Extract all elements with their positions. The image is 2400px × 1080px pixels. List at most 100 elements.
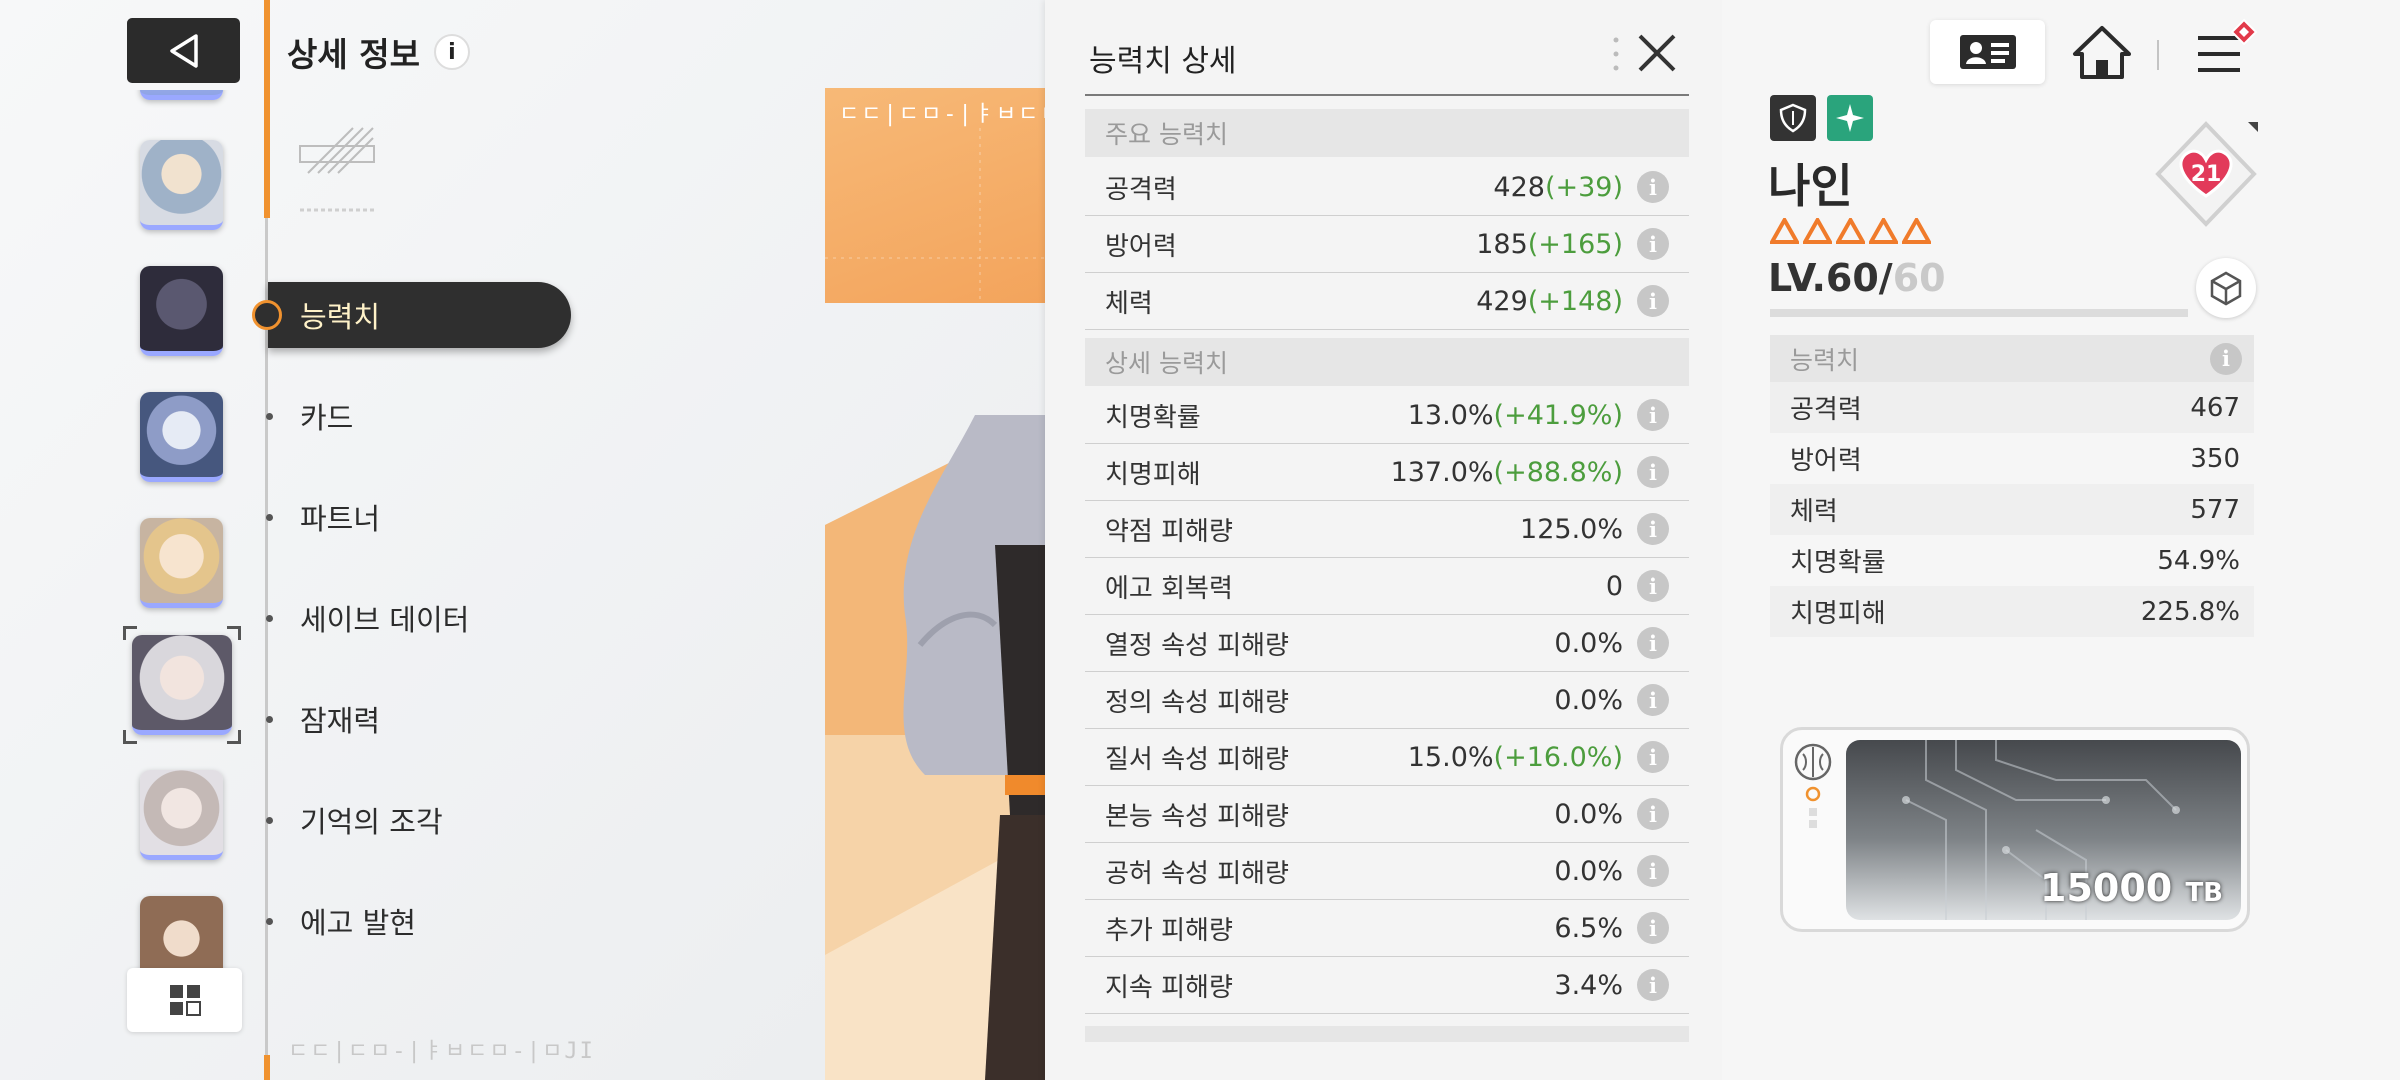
stat-row-crit-rate: 치명확률 13.0%(+41.9%) i xyxy=(1085,387,1689,444)
character-avatar-selected[interactable] xyxy=(132,635,232,735)
info-icon[interactable]: i xyxy=(1637,285,1669,317)
memory-storage-card[interactable]: 15000 TB xyxy=(1780,727,2250,932)
grid-icon xyxy=(169,985,201,1016)
watermark-text: ㄷㄷ|ㄷㅁ-|ㅑㅂㄷㅁ-|ㅁJI xyxy=(288,1039,595,1064)
profile-card-icon xyxy=(1959,35,2016,69)
info-icon[interactable]: i xyxy=(1637,798,1669,830)
character-avatar-1[interactable] xyxy=(140,140,223,230)
stat-value: 3.4% xyxy=(1554,969,1623,1001)
character-avatar-3[interactable] xyxy=(140,392,223,482)
info-icon[interactable]: i xyxy=(433,34,470,70)
stat-label: 치명확률 xyxy=(1105,402,1201,433)
star-icon xyxy=(1770,218,1799,244)
menu-item-card[interactable]: 카드 xyxy=(266,383,353,449)
stat-value: 0.0% xyxy=(1554,684,1623,716)
info-icon[interactable]: i xyxy=(1637,456,1669,488)
stat-label: 지속 피해량 xyxy=(1105,972,1233,1003)
star-icon xyxy=(1836,218,1865,244)
drag-handle-icon[interactable] xyxy=(1613,36,1619,72)
summary-stat-row: 치명확률 54.9% xyxy=(1790,545,2240,579)
emblem-logo xyxy=(299,127,376,212)
section-main-stats: 주요 능력치 xyxy=(1085,109,1689,157)
info-icon[interactable]: i xyxy=(1637,684,1669,716)
info-icon[interactable]: i xyxy=(1637,228,1669,260)
character-avatar-7[interactable] xyxy=(140,896,223,970)
stat-row-dot-damage: 지속 피해량 3.4% i xyxy=(1085,957,1689,1014)
page-title: 상세 정보 i xyxy=(287,28,470,76)
character-artwork xyxy=(825,415,1045,1080)
stat-label: 공허 속성 피해량 xyxy=(1105,858,1289,889)
info-icon[interactable]: i xyxy=(1637,171,1669,203)
character-avatar-4[interactable] xyxy=(140,518,223,608)
menu-item-label: 세이브 데이터 xyxy=(300,603,470,637)
menu-bullet xyxy=(266,715,273,723)
menu-item-label: 파트너 xyxy=(300,502,381,536)
stat-row-order-damage: 질서 속성 피해량 15.0%(+16.0%) i xyxy=(1085,729,1689,786)
menu-item-stats[interactable]: 능력치 xyxy=(252,282,571,348)
stat-label: 치명피해 xyxy=(1105,459,1201,490)
menu-bullet xyxy=(266,917,273,925)
stat-label: 추가 피해량 xyxy=(1105,915,1233,946)
active-indicator xyxy=(252,300,282,330)
stat-label: 체력 xyxy=(1105,288,1153,319)
stat-value: 13.0%(+41.9%) xyxy=(1407,399,1623,431)
menu-item-ego-manifest[interactable]: 에고 발현 xyxy=(266,888,416,954)
menu-bullet xyxy=(266,816,273,824)
character-name: 나인 xyxy=(1768,159,1853,213)
stat-label: 약점 피해량 xyxy=(1105,516,1233,547)
stats-detail-panel: 능력치 상세 주요 능력치 공격력 428(+39) i 방어력 185(+16… xyxy=(1045,0,1722,1080)
stat-value: 185(+165) xyxy=(1476,228,1623,260)
character-avatar-list[interactable] xyxy=(120,90,250,970)
info-icon[interactable]: i xyxy=(2210,342,2242,375)
back-arrow-icon xyxy=(169,33,198,68)
info-icon[interactable]: i xyxy=(1637,513,1669,545)
level-progress-bar xyxy=(1770,309,2188,317)
shield-icon xyxy=(1770,95,1816,141)
stat-value: 0 xyxy=(1605,570,1623,602)
cube-button[interactable] xyxy=(2196,258,2256,318)
info-icon[interactable]: i xyxy=(1637,399,1669,431)
grid-view-button[interactable] xyxy=(127,968,242,1032)
character-level: LV.60/60 xyxy=(1768,256,1946,300)
stat-row-ego-recovery: 에고 회복력 0 i xyxy=(1085,558,1689,615)
info-icon[interactable]: i xyxy=(1637,570,1669,602)
character-banner: ㄷㄷ|ㄷㅁ-|ㅑㅂㄷㅁ-|ㅁJI xyxy=(825,88,1045,303)
hamburger-menu-icon[interactable] xyxy=(2190,18,2260,82)
stat-value: 428(+39) xyxy=(1493,171,1623,203)
back-button[interactable] xyxy=(127,18,240,83)
info-icon[interactable]: i xyxy=(1637,912,1669,944)
menu-item-potential[interactable]: 잠재력 xyxy=(266,686,380,752)
avatar-partial-top[interactable] xyxy=(140,90,223,100)
menu-bullet xyxy=(266,513,273,521)
summary-stats-title: 능력치 xyxy=(1790,345,1860,375)
menu-item-save-data[interactable]: 세이브 데이터 xyxy=(266,585,470,651)
rarity-stars xyxy=(1770,218,1931,244)
stat-value: 15.0%(+16.0%) xyxy=(1407,741,1623,773)
info-icon[interactable]: i xyxy=(1637,741,1669,773)
close-icon[interactable] xyxy=(1632,28,1682,78)
info-icon[interactable]: i xyxy=(1637,855,1669,887)
cube-icon xyxy=(2210,271,2242,306)
stat-value: 429(+148) xyxy=(1476,285,1623,317)
star-icon xyxy=(1803,218,1832,244)
home-icon[interactable] xyxy=(2072,24,2132,80)
stat-row-extra-damage: 추가 피해량 6.5% i xyxy=(1085,900,1689,957)
affection-level: 21 xyxy=(2190,162,2222,187)
stat-value: 0.0% xyxy=(1554,627,1623,659)
stat-value: 125.0% xyxy=(1520,513,1623,545)
info-icon[interactable]: i xyxy=(1637,969,1669,1001)
stat-value: 0.0% xyxy=(1554,855,1623,887)
character-avatar-2[interactable] xyxy=(140,266,223,356)
summary-stats-rows: 공격력 467 방어력 350 체력 577 치명확률 54.9% 치명피해 225.8% xyxy=(1770,382,2254,637)
profile-card-button[interactable] xyxy=(1930,20,2045,84)
info-icon[interactable]: i xyxy=(1637,627,1669,659)
next-section-peek xyxy=(1085,1026,1689,1042)
page-title-text: 상세 정보 xyxy=(287,35,420,74)
menu-bullet xyxy=(266,614,273,622)
summary-stats-header: 능력치 i xyxy=(1770,335,2254,382)
character-avatar-6[interactable] xyxy=(140,770,223,860)
affection-badge[interactable]: 21 xyxy=(2150,118,2262,230)
menu-item-memory-fragment[interactable]: 기억의 조각 xyxy=(266,787,443,853)
circuit-image: 15000 TB xyxy=(1846,740,2241,920)
menu-item-partner[interactable]: 파트너 xyxy=(266,484,381,550)
